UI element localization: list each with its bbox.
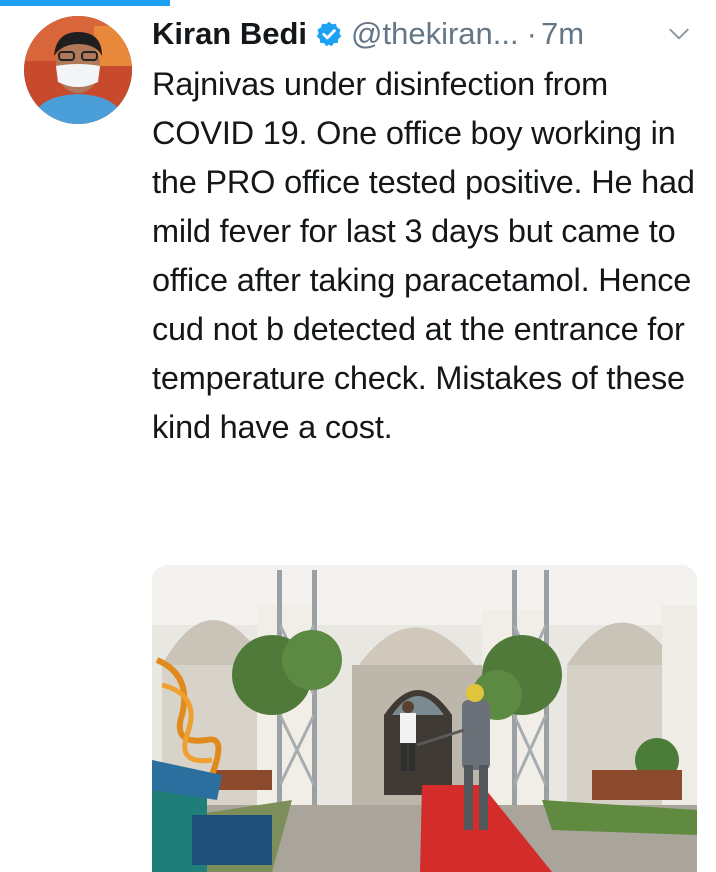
chevron-down-icon[interactable] [666,21,692,47]
tweet-text: Rajnivas under disinfection from COVID 1… [152,66,695,445]
tweet-media-photo[interactable] [152,565,697,872]
photo-courtyard-disinfection-icon [152,565,697,872]
separator-dot: · [526,16,537,51]
avatar[interactable] [24,16,132,124]
author-name[interactable]: Kiran Bedi [152,13,307,55]
author-handle[interactable]: @thekiran... [351,13,519,55]
tweet-header: Kiran Bedi @thekiran... · 7m [152,10,700,58]
tweet-timestamp[interactable]: 7m [541,13,584,55]
avatar-photo-icon [24,16,132,124]
tab-indicator [0,0,170,6]
verified-badge-icon [316,21,342,47]
